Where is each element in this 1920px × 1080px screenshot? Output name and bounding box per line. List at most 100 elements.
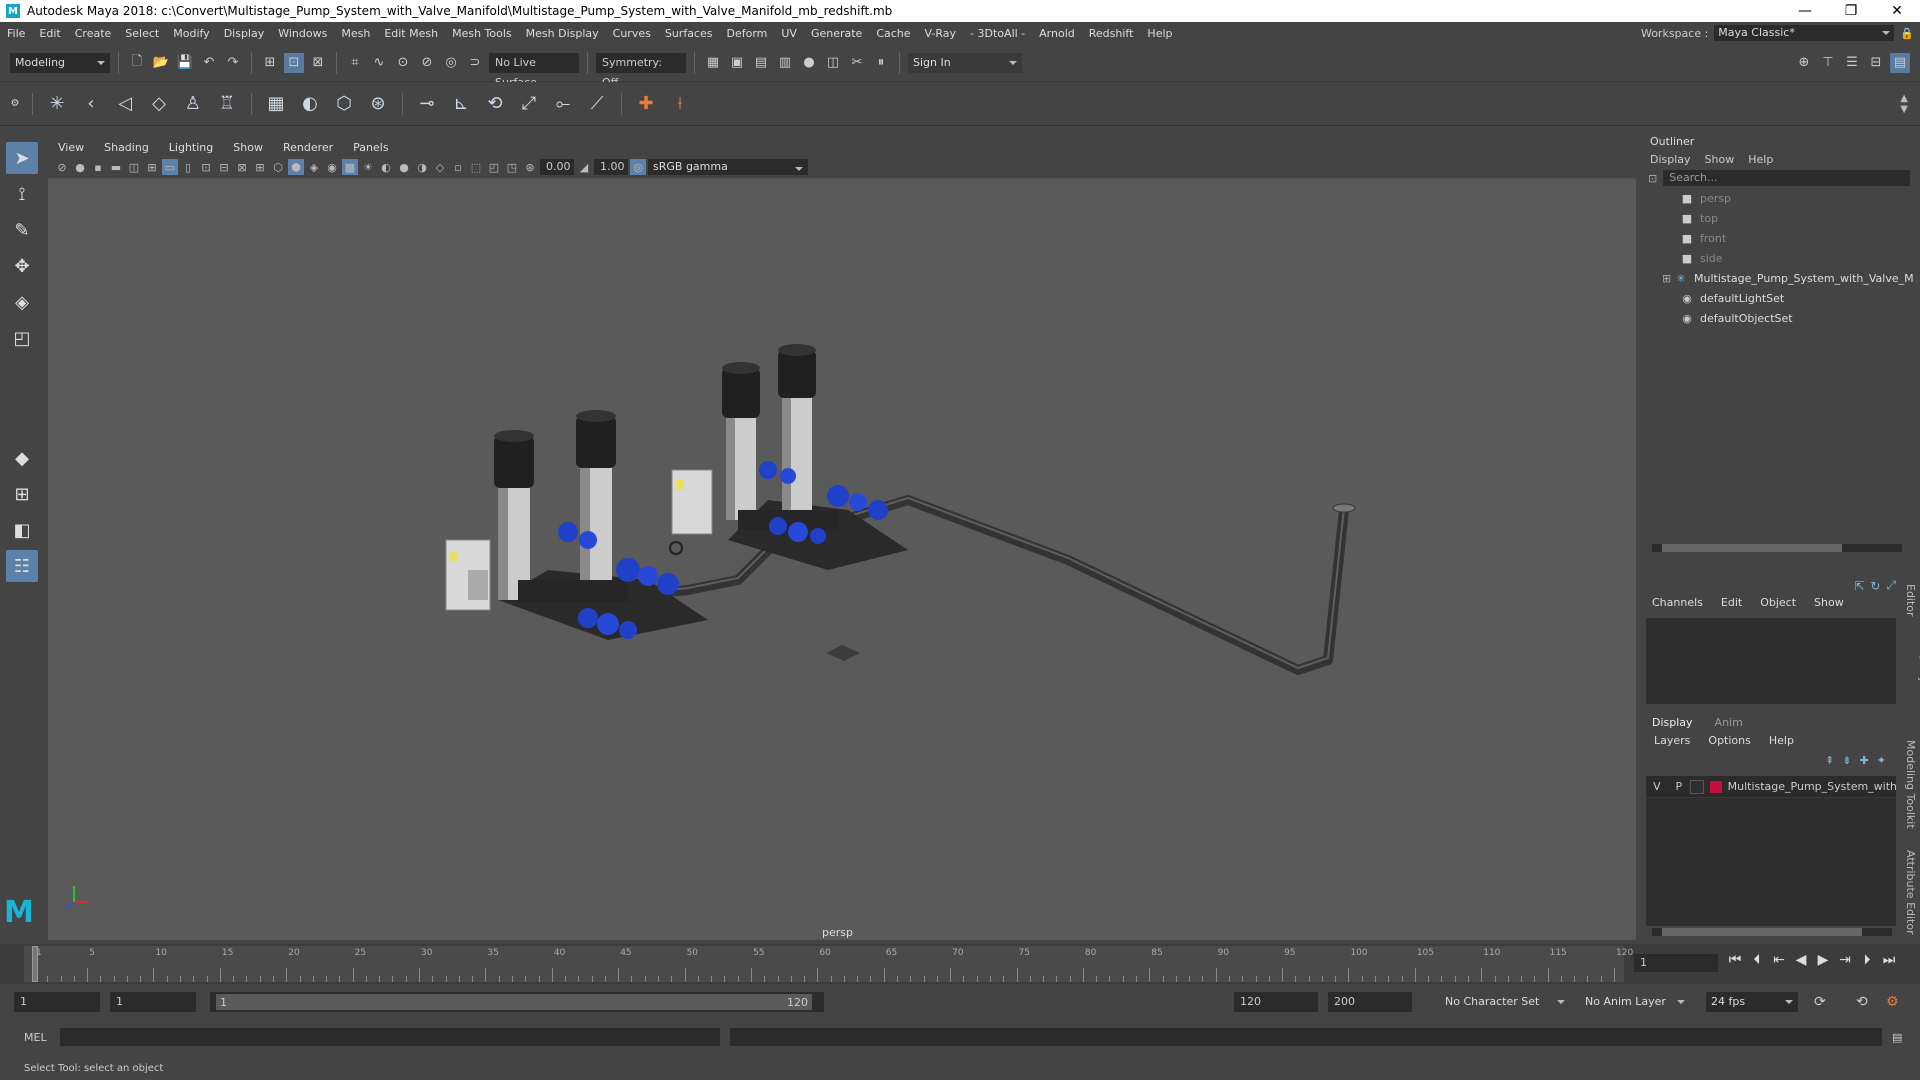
workspace-dropdown[interactable]: Maya Classic* <box>1714 25 1895 41</box>
channel-box-refresh-icon[interactable]: ↻ <box>1870 579 1880 593</box>
grid-toggle-icon[interactable]: ⊞ <box>144 159 160 175</box>
menu-item-19[interactable]: Arnold <box>1032 27 1082 40</box>
menu-item-18[interactable]: - 3DtoAll - <box>963 27 1032 40</box>
menu-item-7[interactable]: Mesh <box>334 27 377 40</box>
outliner-item-label[interactable]: side <box>1700 252 1723 265</box>
character-icon[interactable]: ♖ <box>213 90 241 118</box>
color-management-icon[interactable]: ◎ <box>630 159 646 175</box>
channel-box-sync-icon[interactable]: ⇱ <box>1854 579 1864 593</box>
layer-scrollbar[interactable] <box>1652 928 1892 936</box>
human-ik-icon[interactable]: ⊤ <box>1818 53 1838 73</box>
menu-item-17[interactable]: V-Ray <box>918 27 964 40</box>
exposure-icon[interactable]: ⊛ <box>522 159 538 175</box>
menu-item-14[interactable]: UV <box>774 27 804 40</box>
command-language-label[interactable]: MEL <box>24 1031 47 1044</box>
outliner-item-1[interactable]: ■ top <box>1680 208 1920 228</box>
ik-spline-icon[interactable]: ◁ <box>111 90 139 118</box>
auto-key-icon[interactable]: ⟲ <box>1856 994 1868 1010</box>
range-slider-track[interactable]: 1 120 <box>210 992 824 1012</box>
anti-alias-icon[interactable]: ◇ <box>432 159 448 175</box>
new-layer-selected-icon[interactable]: ✦ <box>1877 754 1886 767</box>
menu-item-6[interactable]: Windows <box>271 27 334 40</box>
lock-camera-icon[interactable]: ● <box>72 159 88 175</box>
time-ticks[interactable]: 1 5 10 15 20 25 30 35 40 45 50 55 60 65 70 75 80 85 90 95 10… <box>24 946 1633 982</box>
bind-skin-icon[interactable]: ◇ <box>145 90 173 118</box>
character-set-dropdown[interactable]: No Character Set <box>1440 992 1570 1012</box>
viewport-menu-5[interactable]: Panels <box>343 141 398 154</box>
start-time-field[interactable]: 1 <box>14 992 100 1012</box>
snap-grid-icon[interactable]: ⌗ <box>345 53 365 73</box>
pump-group-1[interactable] <box>445 410 708 640</box>
maximize-button[interactable]: ❐ <box>1828 3 1874 19</box>
snap-curve-icon[interactable]: ∿ <box>369 53 389 73</box>
select-component-icon[interactable]: ⊠ <box>308 53 328 73</box>
channel-box-menu-3[interactable]: Show <box>1814 596 1844 609</box>
exposure-field[interactable]: 0.00 <box>540 159 574 175</box>
redo-icon[interactable]: ↷ <box>223 53 243 73</box>
outliner-item-label[interactable]: top <box>1700 212 1718 225</box>
two-view-icon[interactable]: ◧ <box>6 514 38 546</box>
layer-visibility-toggle[interactable]: V <box>1646 780 1668 793</box>
cluster-icon[interactable]: ⊛ <box>364 90 392 118</box>
safe-action-icon[interactable]: ⊠ <box>234 159 250 175</box>
menu-set-dropdown[interactable]: Modeling <box>10 52 110 73</box>
snap-surface-icon[interactable]: ◎ <box>441 53 461 73</box>
scrollbar-thumb[interactable] <box>1662 928 1862 936</box>
layer-editor-menu-2[interactable]: Help <box>1769 734 1794 747</box>
hypershade-icon[interactable]: ● <box>799 53 819 73</box>
new-scene-icon[interactable]: 🗋 <box>127 53 147 73</box>
channel-box-menu-2[interactable]: Object <box>1760 596 1796 609</box>
skeleton-icon[interactable]: ♙ <box>179 90 207 118</box>
layer-type-toggle[interactable] <box>1689 779 1704 794</box>
snap-point-icon[interactable]: ⊙ <box>393 53 413 73</box>
menu-item-8[interactable]: Edit Mesh <box>377 27 445 40</box>
attribute-editor-icon[interactable]: ☰ <box>1842 53 1862 73</box>
xray-active-icon[interactable]: ◳ <box>504 159 520 175</box>
channel-box-icon[interactable]: ▤ <box>1890 52 1910 73</box>
menu-item-3[interactable]: Select <box>118 27 166 40</box>
xray-joints-icon[interactable]: ◰ <box>486 159 502 175</box>
close-button[interactable]: ✕ <box>1874 3 1920 19</box>
isolate-select-icon[interactable]: ⬚ <box>468 159 484 175</box>
outliner-item-label[interactable]: persp <box>1700 192 1731 205</box>
step-forward-key-icon[interactable]: ⇥ <box>1834 952 1856 968</box>
play-back-icon[interactable]: ◀ <box>1790 952 1812 968</box>
shadows-icon[interactable]: ◐ <box>378 159 394 175</box>
viewport-menu-3[interactable]: Show <box>223 141 273 154</box>
select-camera-icon[interactable]: ⊘ <box>54 159 70 175</box>
fps-dropdown[interactable]: 24 fps <box>1706 992 1798 1012</box>
menu-item-10[interactable]: Mesh Display <box>519 27 606 40</box>
safe-title-icon[interactable]: ⊞ <box>252 159 268 175</box>
smooth-shade-icon[interactable]: ⬢ <box>288 159 304 175</box>
field-chart-icon[interactable]: ⊟ <box>216 159 232 175</box>
shelf-scroll-icon[interactable]: ▲ ▼ <box>1900 93 1908 115</box>
go-to-end-icon[interactable]: ⏭ <box>1878 952 1900 968</box>
layer-down-icon[interactable]: ⇟ <box>1842 754 1851 767</box>
step-back-key-icon[interactable]: ⇤ <box>1768 952 1790 968</box>
gamma-field[interactable]: 1.00 <box>594 159 628 175</box>
film-gate-icon[interactable]: ▭ <box>162 159 178 175</box>
animation-prefs-icon[interactable]: ⚙ <box>1886 994 1899 1010</box>
current-frame-field[interactable]: 1 <box>1634 954 1718 972</box>
go-to-start-icon[interactable]: ⏮ <box>1724 952 1746 968</box>
menu-item-21[interactable]: Help <box>1140 27 1179 40</box>
render-frame-icon[interactable]: ▣ <box>727 53 747 73</box>
lattice-icon[interactable]: ▦ <box>262 90 290 118</box>
channel-box-area[interactable] <box>1646 618 1896 704</box>
save-scene-icon[interactable]: 💾 <box>175 53 195 73</box>
wrap-icon[interactable]: ⬡ <box>330 90 358 118</box>
menu-item-9[interactable]: Mesh Tools <box>445 27 519 40</box>
constraint-parent-icon[interactable]: ⟜ <box>549 90 577 118</box>
attribute-editor-side-tab[interactable]: Attribute Editor <box>1904 850 1917 940</box>
step-back-icon[interactable]: ⏴ <box>1746 952 1768 968</box>
playback-end-field[interactable]: 120 <box>1234 992 1318 1012</box>
layer-name[interactable]: Multistage_Pump_System_with <box>1728 780 1896 793</box>
lights-icon[interactable]: ☀ <box>360 159 376 175</box>
play-forward-icon[interactable]: ▶ <box>1812 952 1834 968</box>
layer-row[interactable]: V P Multistage_Pump_System_with <box>1646 776 1896 798</box>
menu-item-2[interactable]: Create <box>68 27 119 40</box>
resolution-gate-icon[interactable]: ▯ <box>180 159 196 175</box>
constraint-aim-icon[interactable]: ⊾ <box>447 90 475 118</box>
image-plane-icon[interactable]: ◫ <box>126 159 142 175</box>
redshift-ipr-icon[interactable]: ✂ <box>847 53 867 73</box>
